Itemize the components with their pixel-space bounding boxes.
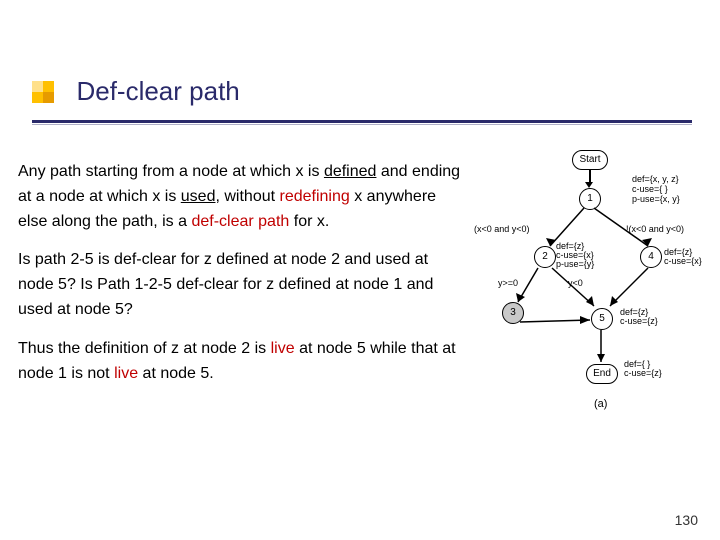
annotation-end: def={ } c-use={z} <box>624 360 662 378</box>
edge-label-25: y<0 <box>568 278 583 288</box>
slide-title: Def-clear path <box>76 76 239 107</box>
node-2: 2 <box>534 246 556 268</box>
node-5: 5 <box>591 308 613 330</box>
keyword-def-clear-path: def-clear path <box>191 213 289 230</box>
slide-title-block: Def-clear path <box>32 76 692 107</box>
title-rule-shadow <box>32 124 692 125</box>
slide-body: Any path starting from a node at which x… <box>18 160 468 400</box>
text: for x. <box>289 213 329 230</box>
paragraph-1: Any path starting from a node at which x… <box>18 160 468 234</box>
keyword-used: used <box>181 188 216 205</box>
text: Any path starting from a node at which x… <box>18 163 324 180</box>
text: at node 5. <box>138 365 214 382</box>
keyword-live: live <box>114 365 138 382</box>
edge-lines-icon <box>476 150 712 440</box>
title-rule <box>32 120 692 123</box>
node-end: End <box>586 364 618 384</box>
text: Thus the definition of z at node 2 is <box>18 340 271 357</box>
keyword-live: live <box>271 340 295 357</box>
text: , without <box>215 188 279 205</box>
diagram-caption: (a) <box>594 398 607 410</box>
annotation-node5: def={z} c-use={z} <box>620 308 658 326</box>
paragraph-2: Is path 2-5 is def-clear for z defined a… <box>18 248 468 322</box>
flowchart-diagram: Start 1 def={x, y, z} c-use={ } p-use={x… <box>476 150 712 440</box>
keyword-defined: defined <box>324 163 377 180</box>
keyword-redefining: redefining <box>280 188 350 205</box>
paragraph-3: Thus the definition of z at node 2 is li… <box>18 337 468 387</box>
annotation-node2: def={z} c-use={x} p-use={y} <box>556 242 594 269</box>
node-4: 4 <box>640 246 662 268</box>
annotation-node4: def={z} c-use={x} <box>664 248 702 266</box>
node-3: 3 <box>502 302 524 324</box>
slide: Def-clear path Any path starting from a … <box>0 0 720 540</box>
page-number: 130 <box>675 512 698 528</box>
edge-label-23: y>=0 <box>498 278 518 288</box>
title-bullet-icon <box>32 81 54 103</box>
